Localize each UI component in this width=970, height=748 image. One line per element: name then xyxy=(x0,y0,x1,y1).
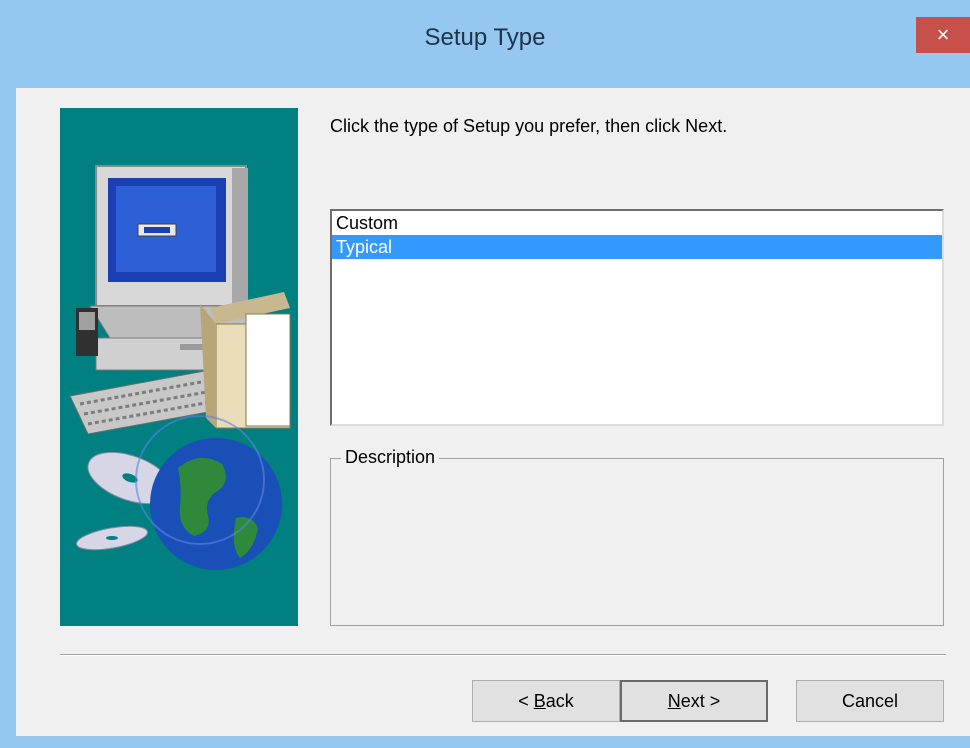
back-button-mnemonic: B xyxy=(533,690,546,711)
window-frame-left xyxy=(0,88,16,748)
description-groupbox: Description xyxy=(330,447,944,626)
description-label: Description xyxy=(341,447,440,468)
back-button-prefix: < xyxy=(518,690,534,711)
setup-type-typical[interactable]: Typical xyxy=(332,235,942,259)
dialog-body: Click the type of Setup you prefer, then… xyxy=(16,88,970,736)
next-button-mnemonic: N xyxy=(667,690,681,711)
separator-line xyxy=(60,654,946,656)
next-button-rest: ext > xyxy=(680,690,721,711)
back-button[interactable]: < Back xyxy=(472,680,620,722)
window-title: Setup Type xyxy=(424,24,546,51)
close-button[interactable]: × xyxy=(916,17,970,53)
next-button[interactable]: Next > xyxy=(620,680,768,722)
setup-illustration xyxy=(60,108,298,626)
window-frame-bottom xyxy=(0,736,970,748)
back-button-rest: ack xyxy=(545,690,574,711)
computer-with-cds-and-globe-icon xyxy=(69,165,291,570)
close-icon: × xyxy=(936,22,950,47)
cancel-button[interactable]: Cancel xyxy=(796,680,944,722)
title-bar[interactable]: Setup Type × xyxy=(0,0,970,88)
setup-type-custom[interactable]: Custom xyxy=(332,211,942,235)
setup-window: Setup Type × Click the type of Setup you… xyxy=(0,0,970,748)
setup-type-listbox[interactable]: Custom Typical xyxy=(330,209,944,426)
instruction-text: Click the type of Setup you prefer, then… xyxy=(330,116,728,136)
